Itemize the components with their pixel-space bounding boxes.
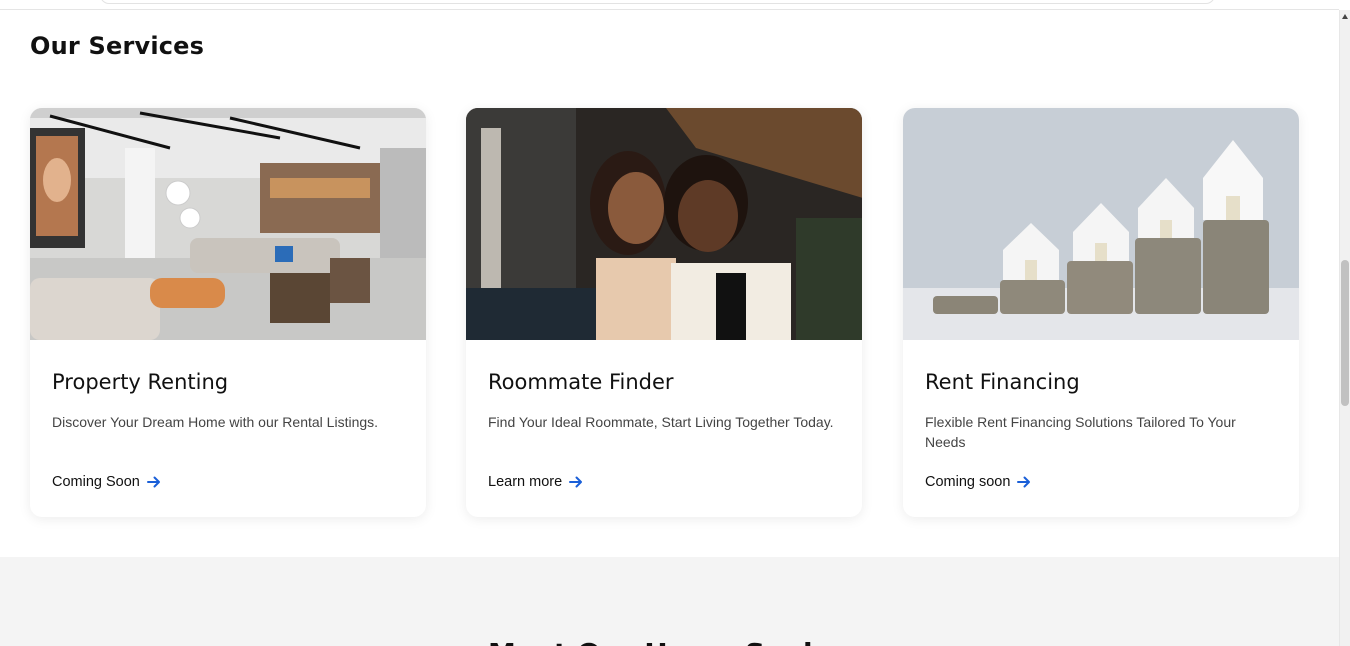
card-description: Discover Your Dream Home with our Rental… [52,414,379,430]
card-title: Property Renting [52,370,229,394]
card-link-label: Coming Soon [52,474,140,490]
arrow-right-icon [146,476,160,488]
home-seekers-section: Meet Our Home Seekers [0,557,1339,646]
coming-soon-link[interactable]: Coming soon [925,474,1032,490]
service-card-rent-financing: Rent Financing Flexible Rent Financing S… [903,108,1299,517]
card-description: Flexible Rent Financing Solutions Tailor… [925,414,1236,450]
service-card-property-renting: Property Renting Discover Your Dream Hom… [30,108,426,517]
top-bar [0,0,1339,10]
coming-soon-link[interactable]: Coming Soon [52,474,162,490]
card-link-label: Coming soon [925,474,1011,490]
card-description: Find Your Ideal Roommate, Start Living T… [488,414,834,430]
property-renting-image [30,108,426,340]
roommate-finder-image [466,108,862,340]
arrow-right-icon [1017,476,1031,488]
rent-financing-image [903,108,1299,340]
card-title: Rent Financing [925,370,1080,394]
scrollbar-thumb[interactable] [1341,260,1349,406]
scroll-up-icon[interactable] [1342,14,1348,19]
search-bar[interactable] [100,0,1215,4]
card-title: Roommate Finder [488,370,674,394]
service-card-roommate-finder: Roommate Finder Find Your Ideal Roommate… [466,108,862,517]
section-title: Our Services [30,32,205,60]
page-scrollbar[interactable] [1339,10,1350,646]
card-link-label: Learn more [488,474,563,490]
section-heading: Meet Our Home Seekers [488,637,870,646]
learn-more-link[interactable]: Learn more [488,474,584,490]
arrow-right-icon [569,476,583,488]
services-section: Our Services Property Renting Discover Y… [0,10,1339,557]
